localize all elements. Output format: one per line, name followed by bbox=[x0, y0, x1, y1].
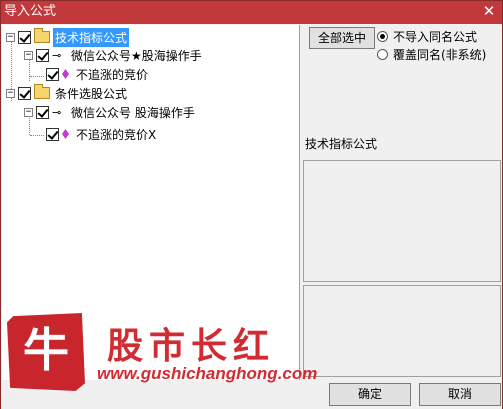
collapse-icon[interactable]: − bbox=[24, 107, 33, 117]
tree-node-formula-2[interactable]: 不追涨的竞价X bbox=[46, 125, 158, 143]
key-icon: ⊸ bbox=[52, 105, 62, 119]
ok-button[interactable]: 确定 bbox=[329, 383, 411, 406]
formula-gem-icon bbox=[62, 69, 69, 79]
tree-checkbox[interactable] bbox=[18, 30, 31, 44]
tree-checkbox[interactable] bbox=[46, 67, 59, 81]
import-formula-dialog: 导入公式 ✕ − 技术指标公式 − ⊸ 微信公众号★股海操作手 不追涨的竞价 − bbox=[0, 0, 503, 409]
tree-checkbox[interactable] bbox=[36, 48, 49, 62]
collapse-icon[interactable]: − bbox=[6, 32, 15, 42]
radio-label: 不导入同名公式 bbox=[393, 30, 478, 44]
collapse-icon[interactable]: − bbox=[6, 88, 15, 98]
tree-node-formula-1[interactable]: 不追涨的竞价 bbox=[46, 65, 150, 83]
tree-node-label[interactable]: 微信公众号 股海操作手 bbox=[69, 103, 197, 122]
close-icon[interactable]: ✕ bbox=[480, 3, 498, 21]
tree-node-wechat-group-1[interactable]: − ⊸ 微信公众号★股海操作手 bbox=[24, 46, 204, 64]
title-bar: 导入公式 ✕ bbox=[1, 1, 502, 24]
formula-tree[interactable]: − 技术指标公式 − ⊸ 微信公众号★股海操作手 不追涨的竞价 − 条件选股公式… bbox=[2, 25, 300, 380]
radio-button-selected[interactable] bbox=[377, 31, 388, 42]
tree-node-wechat-group-2[interactable]: − ⊸ 微信公众号 股海操作手 bbox=[24, 103, 197, 121]
tree-checkbox[interactable] bbox=[36, 105, 49, 119]
collapse-icon[interactable]: − bbox=[24, 50, 33, 60]
formula-info-box bbox=[303, 160, 501, 282]
folder-icon bbox=[34, 84, 50, 99]
select-all-button[interactable]: 全部选中 bbox=[309, 27, 375, 49]
folder-icon bbox=[34, 28, 50, 43]
tree-checkbox[interactable] bbox=[46, 127, 59, 141]
tree-checkbox[interactable] bbox=[18, 86, 31, 100]
radio-label: 覆盖同名(非系统) bbox=[393, 48, 487, 62]
window-title: 导入公式 bbox=[4, 4, 57, 19]
dialog-footer: 确定 取消 bbox=[1, 380, 502, 409]
tree-node-label[interactable]: 条件选股公式 bbox=[53, 84, 129, 103]
tree-node-label[interactable]: 微信公众号★股海操作手 bbox=[69, 46, 204, 65]
key-icon: ⊸ bbox=[52, 48, 62, 62]
radio-no-import[interactable]: 不导入同名公式 bbox=[377, 28, 477, 45]
cancel-button[interactable]: 取消 bbox=[419, 383, 501, 406]
radio-button[interactable] bbox=[377, 49, 388, 60]
options-panel: 全部选中 不导入同名公式 覆盖同名(非系统) 技术指标公式 bbox=[301, 25, 503, 380]
tree-node-stock-screening[interactable]: − 条件选股公式 bbox=[6, 84, 129, 102]
tree-node-label[interactable]: 不追涨的竞价 bbox=[74, 65, 150, 84]
formula-gem-icon bbox=[62, 129, 69, 139]
category-label: 技术指标公式 bbox=[305, 137, 378, 151]
tree-node-label[interactable]: 技术指标公式 bbox=[53, 27, 130, 47]
tree-node-label[interactable]: 不追涨的竞价X bbox=[74, 125, 158, 144]
formula-description-box bbox=[303, 285, 501, 377]
tree-node-tech-indicators[interactable]: − 技术指标公式 bbox=[6, 27, 130, 47]
radio-overwrite[interactable]: 覆盖同名(非系统) bbox=[377, 46, 486, 63]
